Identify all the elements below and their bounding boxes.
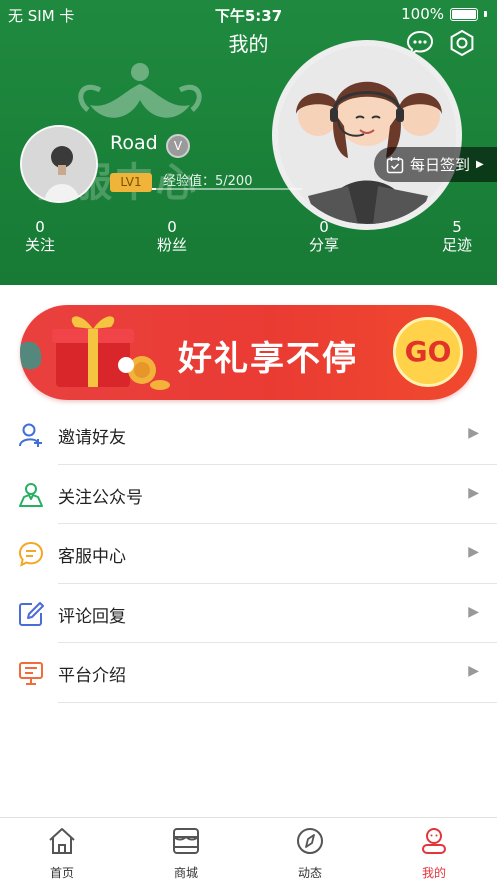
settings-menu: 邀请好友 ▶ 关注公众号 ▶ 客服中心 ▶ 评论回复 ▶ 平台介绍 ▶ [0,405,497,703]
chevron-right-icon: ▶ [468,544,479,560]
follow-account-icon [19,482,43,507]
chevron-right-icon: ▶ [468,425,479,441]
chevron-right-icon: ▶ [476,159,484,170]
battery-percent: 100% [401,5,444,23]
profile-header: 无 SIM 卡 下午5:37 100% 我的 客服中心 [0,0,497,285]
menu-label: 邀请好友 [58,428,126,448]
invite-friend-icon [19,423,42,447]
stat-value: 5 [452,218,462,236]
stat-value: 0 [167,218,177,236]
banner-go-button[interactable]: GO [393,317,463,387]
customer-service-illustration [272,40,462,230]
stat-value: 0 [35,218,45,236]
battery-tip [484,11,487,17]
calendar-check-icon [386,156,404,173]
home-icon [49,828,75,854]
promo-banner[interactable]: 好礼享不停 GO [20,305,477,400]
menu-label: 客服中心 [58,547,126,567]
stat-label: 足迹 [441,236,472,254]
menu-label: 平台介绍 [58,666,126,686]
customer-service-icon [18,541,44,567]
platform-intro-icon [19,662,43,685]
profile-icon [422,828,446,854]
stat-label: 分享 [308,236,339,254]
tab-label: 我的 [421,866,446,880]
daily-checkin-button[interactable]: 每日签到 ▶ [374,147,497,182]
user-avatar[interactable] [20,125,98,203]
chevron-right-icon: ▶ [468,603,479,620]
experience-progress-fill [152,188,156,190]
experience-text: 经验值：5/200 [163,174,253,189]
level-badge: LV1 [110,173,152,192]
shop-icon [173,828,199,854]
stat-following[interactable]: 0 关注 [10,218,70,254]
username: Road [110,132,158,154]
menu-item-comment-reply[interactable]: 评论回复 ▶ [0,584,497,643]
menu-item-follow-account[interactable]: 关注公众号 ▶ [0,465,497,524]
battery-indicator: 100% [401,5,487,23]
brand-logo-watermark [78,63,202,118]
menu-label: 评论回复 [58,606,126,627]
banner-title: 好礼享不停 [178,339,358,379]
tab-label: 首页 [49,866,74,880]
chevron-right-icon: ▶ [468,663,479,679]
tab-moments[interactable]: 动态 [270,818,350,883]
stat-followers[interactable]: 0 粉丝 [142,218,202,254]
tab-home[interactable]: 首页 [22,818,102,883]
stat-footprints[interactable]: 5 足迹 [427,218,487,254]
stat-shares[interactable]: 0 分享 [294,218,354,254]
menu-label: 关注公众号 [58,487,143,508]
chevron-right-icon: ▶ [468,484,479,501]
settings-icon[interactable] [447,28,477,58]
comment-reply-icon [19,601,44,626]
stat-label: 关注 [24,236,55,254]
tab-shop[interactable]: 商城 [146,818,226,883]
menu-item-customer-service[interactable]: 客服中心 ▶ [0,524,497,584]
tab-me[interactable]: 我的 [394,818,474,883]
user-stats: 0 关注 0 粉丝 0 分享 5 足迹 [0,218,497,258]
menu-item-invite-friends[interactable]: 邀请好友 ▶ [0,405,497,465]
menu-item-platform-intro[interactable]: 平台介绍 ▶ [0,643,497,703]
compass-icon [297,828,323,854]
status-bar: 无 SIM 卡 下午5:37 100% [0,0,497,28]
tab-label: 商城 [173,866,198,880]
divider [58,701,497,703]
tab-label: 动态 [297,866,322,880]
vip-badge-icon: V [166,134,190,158]
gift-box-icon [20,316,170,390]
experience-progress-bar [152,188,302,190]
checkin-label: 每日签到 [410,156,471,174]
stat-value: 0 [319,218,329,236]
bottom-tab-bar: 首页 商城 动态 我的 [0,817,497,883]
stat-label: 粉丝 [156,236,187,254]
battery-icon [450,7,478,21]
